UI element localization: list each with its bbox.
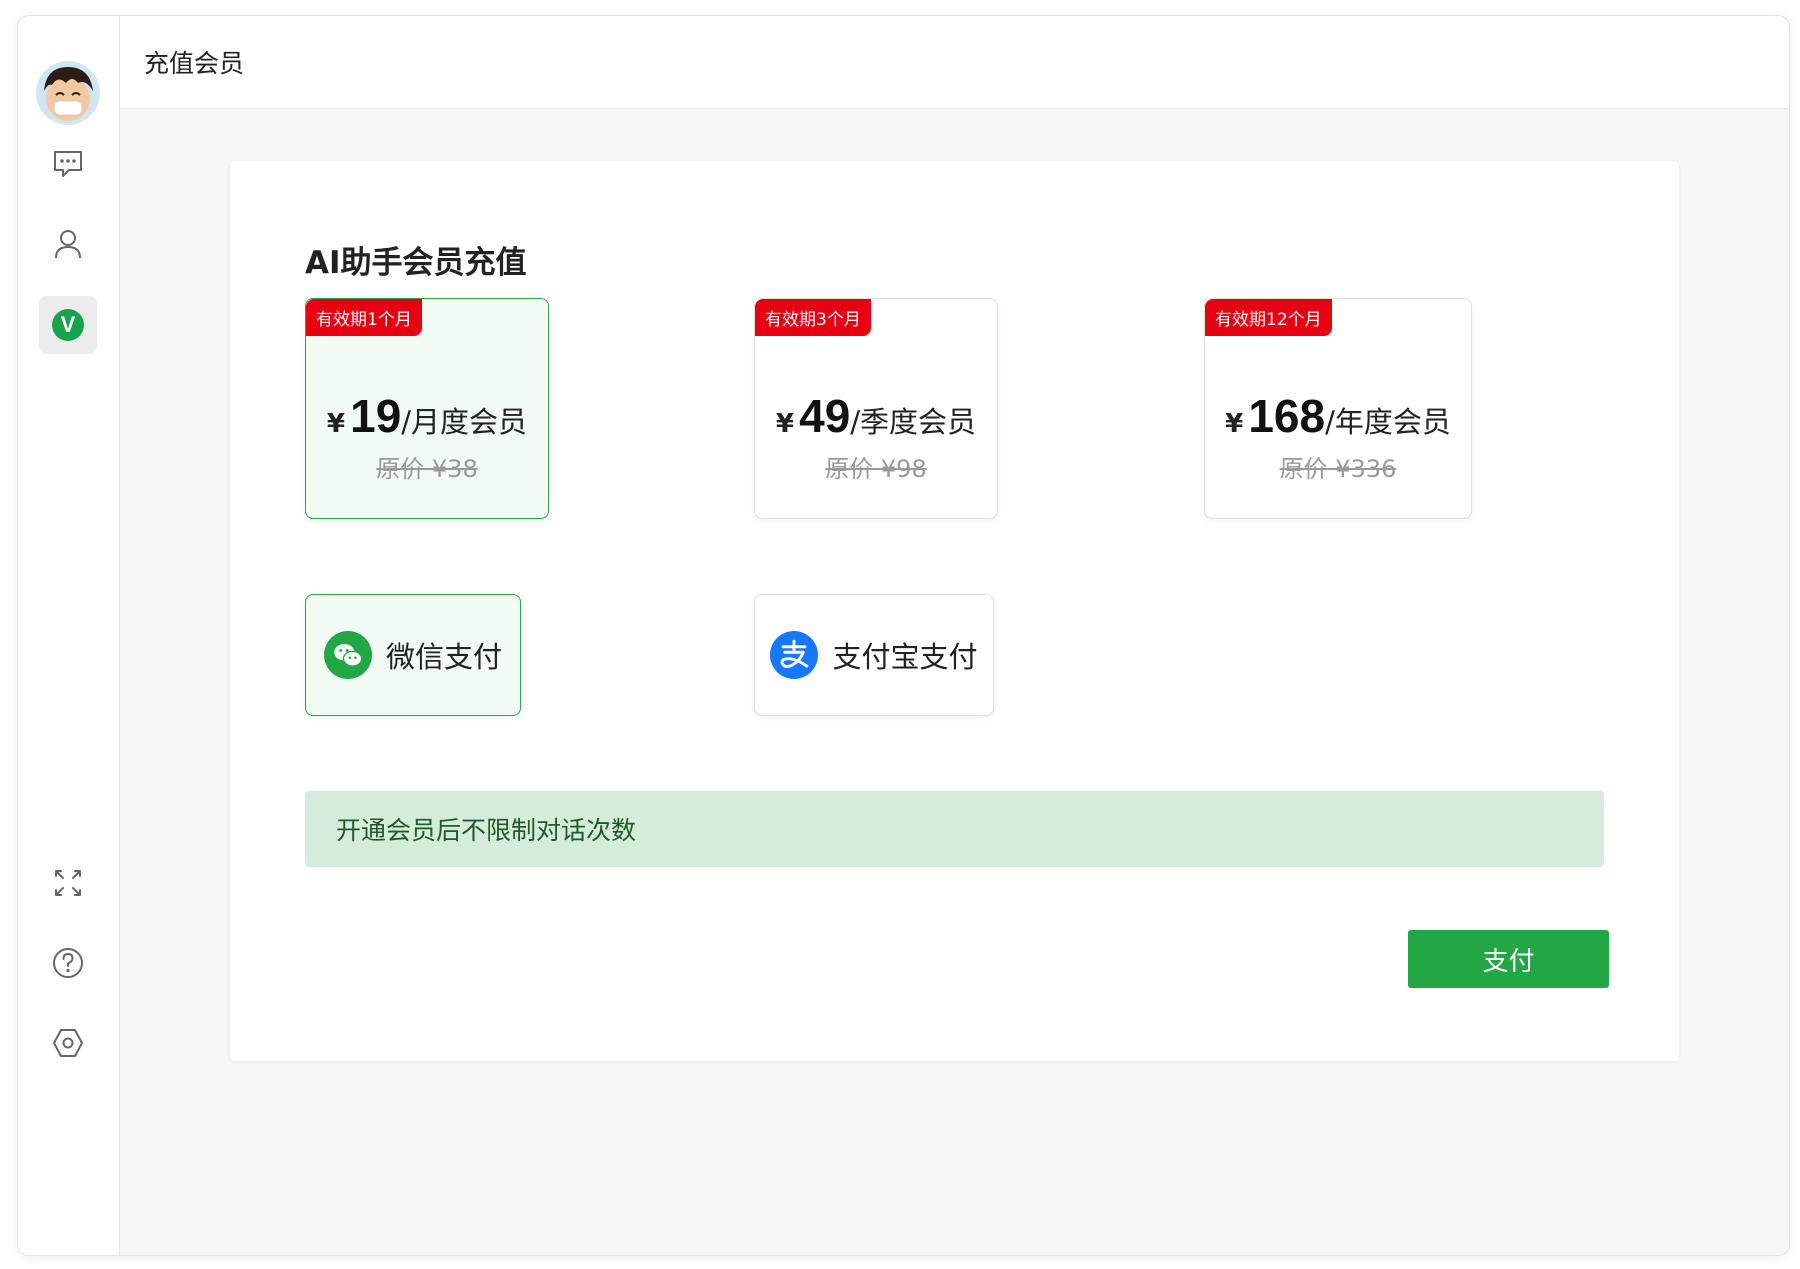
plan-yearly[interactable]: 有效期12个月 ¥ 168/年度会员 原价 ¥336 bbox=[1204, 298, 1472, 519]
currency-symbol: ¥ bbox=[326, 409, 346, 439]
currency-symbol: ¥ bbox=[1225, 409, 1244, 439]
price-amount: 49 bbox=[799, 390, 851, 442]
pay-button[interactable]: 支付 bbox=[1408, 930, 1609, 988]
original-price: 原价 ¥336 bbox=[1279, 455, 1397, 483]
vip-icon: V bbox=[52, 309, 84, 341]
wechat-pay-option[interactable]: 微信支付 bbox=[305, 594, 521, 716]
main-content: AI助手会员充值 有效期1个月 ¥ 19/月度会员 原价 ¥38 有效期3个月 … bbox=[120, 109, 1789, 1255]
help-button[interactable] bbox=[39, 934, 97, 992]
plan-price: ¥ 19/月度会员 bbox=[306, 389, 548, 443]
plan-price: ¥ 49/季度会员 bbox=[755, 389, 997, 443]
user-icon bbox=[55, 230, 81, 259]
price-amount: 19 bbox=[350, 390, 402, 442]
plan-validity-tag: 有效期12个月 bbox=[1205, 299, 1332, 336]
payment-label: 支付宝支付 bbox=[832, 640, 978, 674]
alipay-option[interactable]: 支付宝支付 bbox=[754, 594, 994, 716]
sidebar: V bbox=[18, 16, 120, 1255]
settings-button[interactable] bbox=[39, 1014, 97, 1072]
plan-period: /月度会员 bbox=[401, 405, 528, 439]
nav-vip[interactable]: V bbox=[39, 296, 97, 354]
plan-period: /年度会员 bbox=[1325, 405, 1451, 439]
recharge-card: AI助手会员充值 有效期1个月 ¥ 19/月度会员 原价 ¥38 有效期3个月 … bbox=[230, 161, 1679, 1061]
plan-validity-tag: 有效期1个月 bbox=[306, 299, 422, 336]
chat-icon bbox=[54, 151, 82, 177]
plan-period: /季度会员 bbox=[850, 405, 977, 439]
original-price: 原价 ¥38 bbox=[376, 455, 478, 483]
plan-price: ¥ 168/年度会员 bbox=[1205, 389, 1471, 443]
payment-label: 微信支付 bbox=[385, 640, 502, 674]
plan-quarterly[interactable]: 有效期3个月 ¥ 49/季度会员 原价 ¥98 bbox=[754, 298, 998, 519]
plan-monthly[interactable]: 有效期1个月 ¥ 19/月度会员 原价 ¥38 bbox=[305, 298, 549, 519]
header: 充值会员 bbox=[120, 16, 1789, 109]
nav-chat[interactable] bbox=[39, 134, 97, 192]
alipay-icon bbox=[770, 631, 819, 679]
page-title: 充值会员 bbox=[144, 49, 245, 78]
membership-notice: 开通会员后不限制对话次数 bbox=[305, 791, 1604, 867]
nav-user[interactable] bbox=[39, 215, 97, 273]
fullscreen-button[interactable] bbox=[39, 854, 97, 912]
plan-validity-tag: 有效期3个月 bbox=[755, 299, 871, 336]
settings-icon bbox=[53, 1029, 83, 1057]
currency-symbol: ¥ bbox=[775, 409, 795, 439]
card-title: AI助手会员充值 bbox=[305, 245, 527, 281]
avatar[interactable] bbox=[36, 61, 100, 125]
fullscreen-icon bbox=[55, 870, 81, 896]
price-amount: 168 bbox=[1248, 390, 1326, 442]
help-icon bbox=[53, 948, 83, 978]
app-window: V 充值会员 AI助手会员充值 有效期1个月 ¥ 19/月度会员 原价 ¥38 … bbox=[17, 15, 1790, 1256]
original-price: 原价 ¥98 bbox=[825, 455, 927, 483]
wechat-pay-icon bbox=[323, 631, 372, 679]
